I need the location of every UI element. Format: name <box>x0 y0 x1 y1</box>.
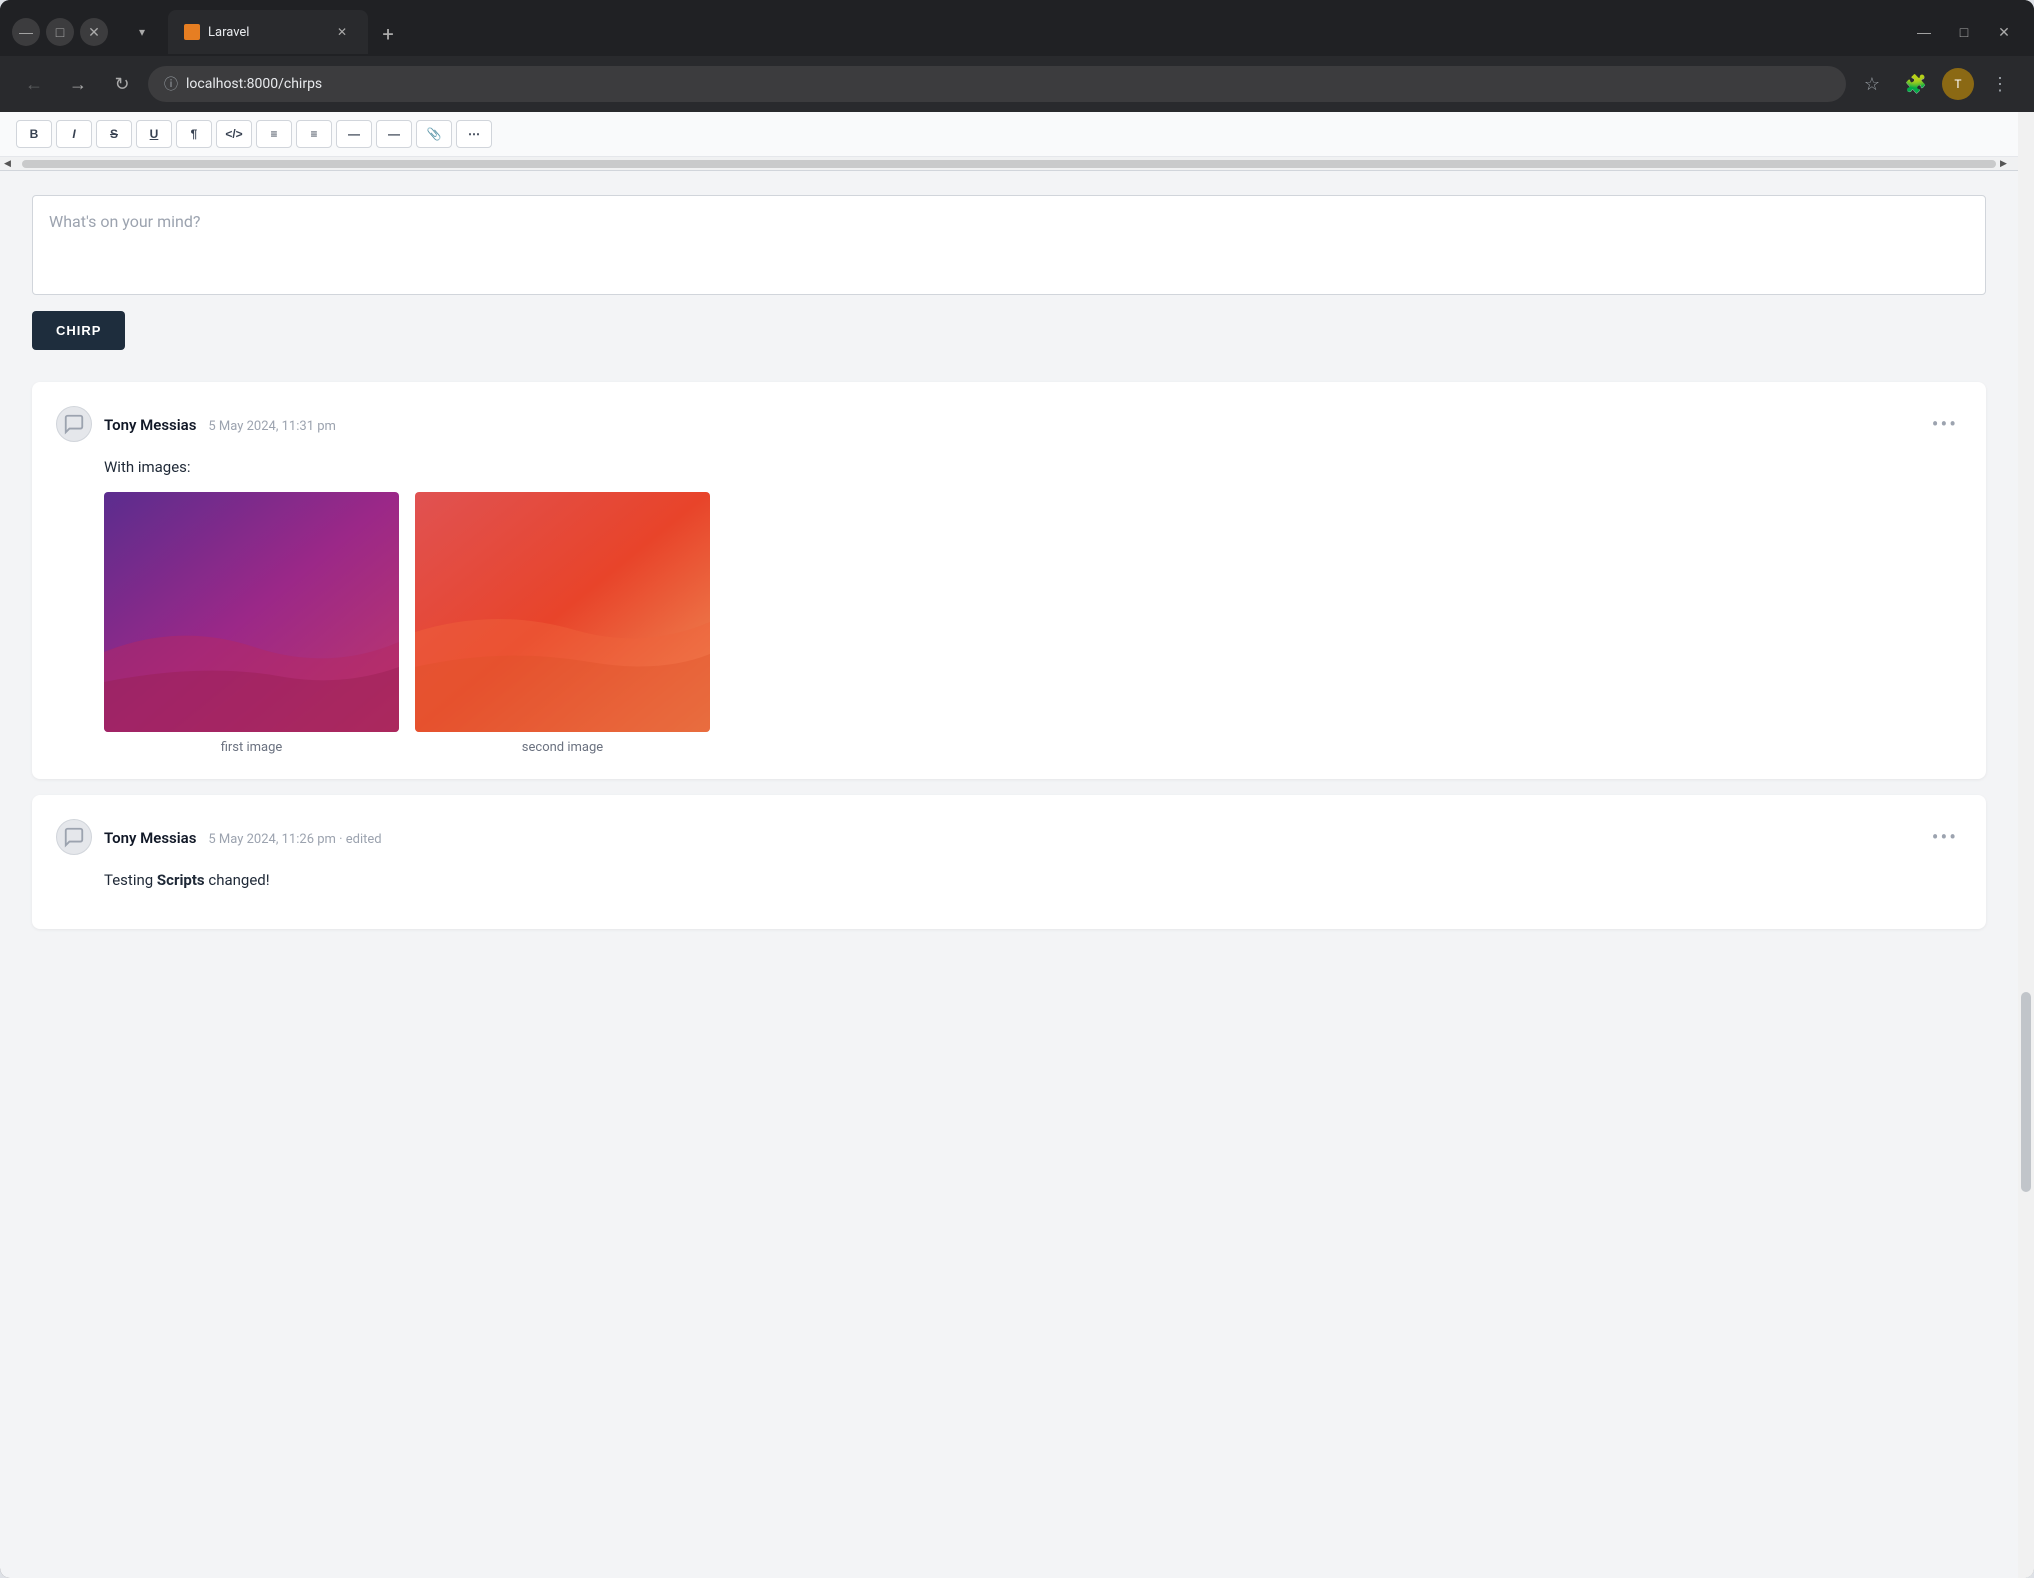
chirp-body-1: With images: <box>56 458 1962 476</box>
chirp-submit-button[interactable]: CHIRP <box>32 311 125 350</box>
browser-maximize-button[interactable]: □ <box>1946 14 1982 50</box>
browser-close-button[interactable]: ✕ <box>1986 14 2022 50</box>
forward-button[interactable]: → <box>60 66 96 102</box>
tab-close-button[interactable]: ✕ <box>332 22 352 42</box>
chirp-images-1: first image <box>56 492 1962 755</box>
tab-dropdown-button[interactable]: ▾ <box>124 14 160 50</box>
chirp-author-2: Tony Messias <box>104 829 196 847</box>
toolbar-strikethrough-button[interactable]: S <box>96 120 132 148</box>
chirp-image-item-2: second image <box>415 492 710 755</box>
toolbar-align2-button[interactable]: — <box>376 120 412 148</box>
security-icon: ⓘ <box>164 74 178 94</box>
compose-placeholder: What's on your mind? <box>49 212 200 231</box>
toolbar-ordered-list-button[interactable]: ≡ <box>296 120 332 148</box>
nav-bar: ← → ↻ ⓘ localhost:8000/chirps ☆ 🧩 T ⋮ <box>0 56 2034 112</box>
chirp-meta-1: Tony Messias 5 May 2024, 11:31 pm <box>104 415 1916 434</box>
toolbar-list-button[interactable]: ≡ <box>256 120 292 148</box>
chirp-time-1: 5 May 2024, 11:31 pm <box>208 419 336 434</box>
maximize-button[interactable]: □ <box>46 18 74 46</box>
vertical-scrollbar[interactable] <box>2018 112 2034 1578</box>
chirp-header-1: Tony Messias 5 May 2024, 11:31 pm ••• <box>56 406 1962 442</box>
chirp-image-1 <box>104 492 399 732</box>
chirp-image-item-1: first image <box>104 492 399 755</box>
chirp-image-caption-2: second image <box>522 740 603 755</box>
main-area: What's on your mind? CHIRP T <box>0 171 2018 969</box>
chirp-avatar-2 <box>56 819 92 855</box>
tabs-row: Laravel ✕ + <box>168 10 1898 54</box>
chirp-text-1: With images: <box>104 458 191 476</box>
chirp-card-1: Tony Messias 5 May 2024, 11:31 pm ••• Wi… <box>32 382 1986 779</box>
browser-minimize-button[interactable]: — <box>1906 14 1942 50</box>
toolbar-underline-button[interactable]: U <box>136 120 172 148</box>
new-tab-button[interactable]: + <box>372 18 404 50</box>
profile-avatar[interactable]: T <box>1942 68 1974 100</box>
chirp-time-2: 5 May 2024, 11:26 pm · edited <box>208 832 381 847</box>
chirp-meta-2: Tony Messias 5 May 2024, 11:26 pm · edit… <box>104 828 1916 847</box>
active-tab[interactable]: Laravel ✕ <box>168 10 368 54</box>
browser-content: B I S U ¶ </> ≡ ≡ — — 📎 ⋯ ◀ ▶ <box>0 112 2034 1578</box>
close-button[interactable]: ✕ <box>80 18 108 46</box>
bookmark-button[interactable]: ☆ <box>1854 66 1890 102</box>
minimize-button[interactable]: — <box>12 18 40 46</box>
address-bar[interactable]: ⓘ localhost:8000/chirps <box>148 66 1846 102</box>
scroll-right-arrow[interactable]: ▶ <box>2000 159 2014 169</box>
chirp-text-prefix: Testing <box>104 871 157 889</box>
url-text: localhost:8000/chirps <box>186 76 1830 92</box>
tab-favicon <box>184 24 200 40</box>
chirp-text-bold: Scripts <box>157 871 205 889</box>
toolbar-bold-button[interactable]: B <box>16 120 52 148</box>
editor-toolbar: B I S U ¶ </> ≡ ≡ — — 📎 ⋯ <box>0 112 2018 157</box>
tab-title: Laravel <box>208 25 249 40</box>
scrollbar-thumb[interactable] <box>2021 992 2031 1192</box>
chirp-image-caption-1: first image <box>221 740 283 755</box>
chirp-author-1: Tony Messias <box>104 416 196 434</box>
toolbar-align-button[interactable]: — <box>336 120 372 148</box>
toolbar-attachment-button[interactable]: 📎 <box>416 120 452 148</box>
back-button[interactable]: ← <box>16 66 52 102</box>
horizontal-scrollbar[interactable]: ◀ ▶ <box>0 157 2018 171</box>
horizontal-scroll-thumb[interactable] <box>22 160 1996 168</box>
chirp-more-button-2[interactable]: ••• <box>1928 821 1962 853</box>
chirp-more-button-1[interactable]: ••• <box>1928 408 1962 440</box>
extensions-button[interactable]: 🧩 <box>1898 66 1934 102</box>
reload-button[interactable]: ↻ <box>104 66 140 102</box>
toolbar-italic-button[interactable]: I <box>56 120 92 148</box>
chirp-avatar-1 <box>56 406 92 442</box>
toolbar-code-button[interactable]: </> <box>216 120 252 148</box>
chirp-body-2: Testing Scripts changed! <box>56 871 1962 889</box>
menu-button[interactable]: ⋮ <box>1982 66 2018 102</box>
title-bar: — □ ✕ ▾ Laravel ✕ + — □ ✕ <box>0 0 2034 56</box>
chirp-image-2 <box>415 492 710 732</box>
window-controls: — □ ✕ <box>12 18 108 46</box>
scroll-left-arrow[interactable]: ◀ <box>4 159 18 169</box>
browser-nav-actions: — □ ✕ <box>1906 14 2022 50</box>
chirp-card-2: Tony Messias 5 May 2024, 11:26 pm · edit… <box>32 795 1986 929</box>
toolbar-extra-button[interactable]: ⋯ <box>456 120 492 148</box>
chirp-header-2: Tony Messias 5 May 2024, 11:26 pm · edit… <box>56 819 1962 855</box>
chirp-text-suffix: changed! <box>205 871 270 889</box>
toolbar-paragraph-button[interactable]: ¶ <box>176 120 212 148</box>
compose-editor[interactable]: What's on your mind? <box>32 195 1986 295</box>
browser-window: — □ ✕ ▾ Laravel ✕ + — □ ✕ ← → ↻ <box>0 0 2034 1578</box>
